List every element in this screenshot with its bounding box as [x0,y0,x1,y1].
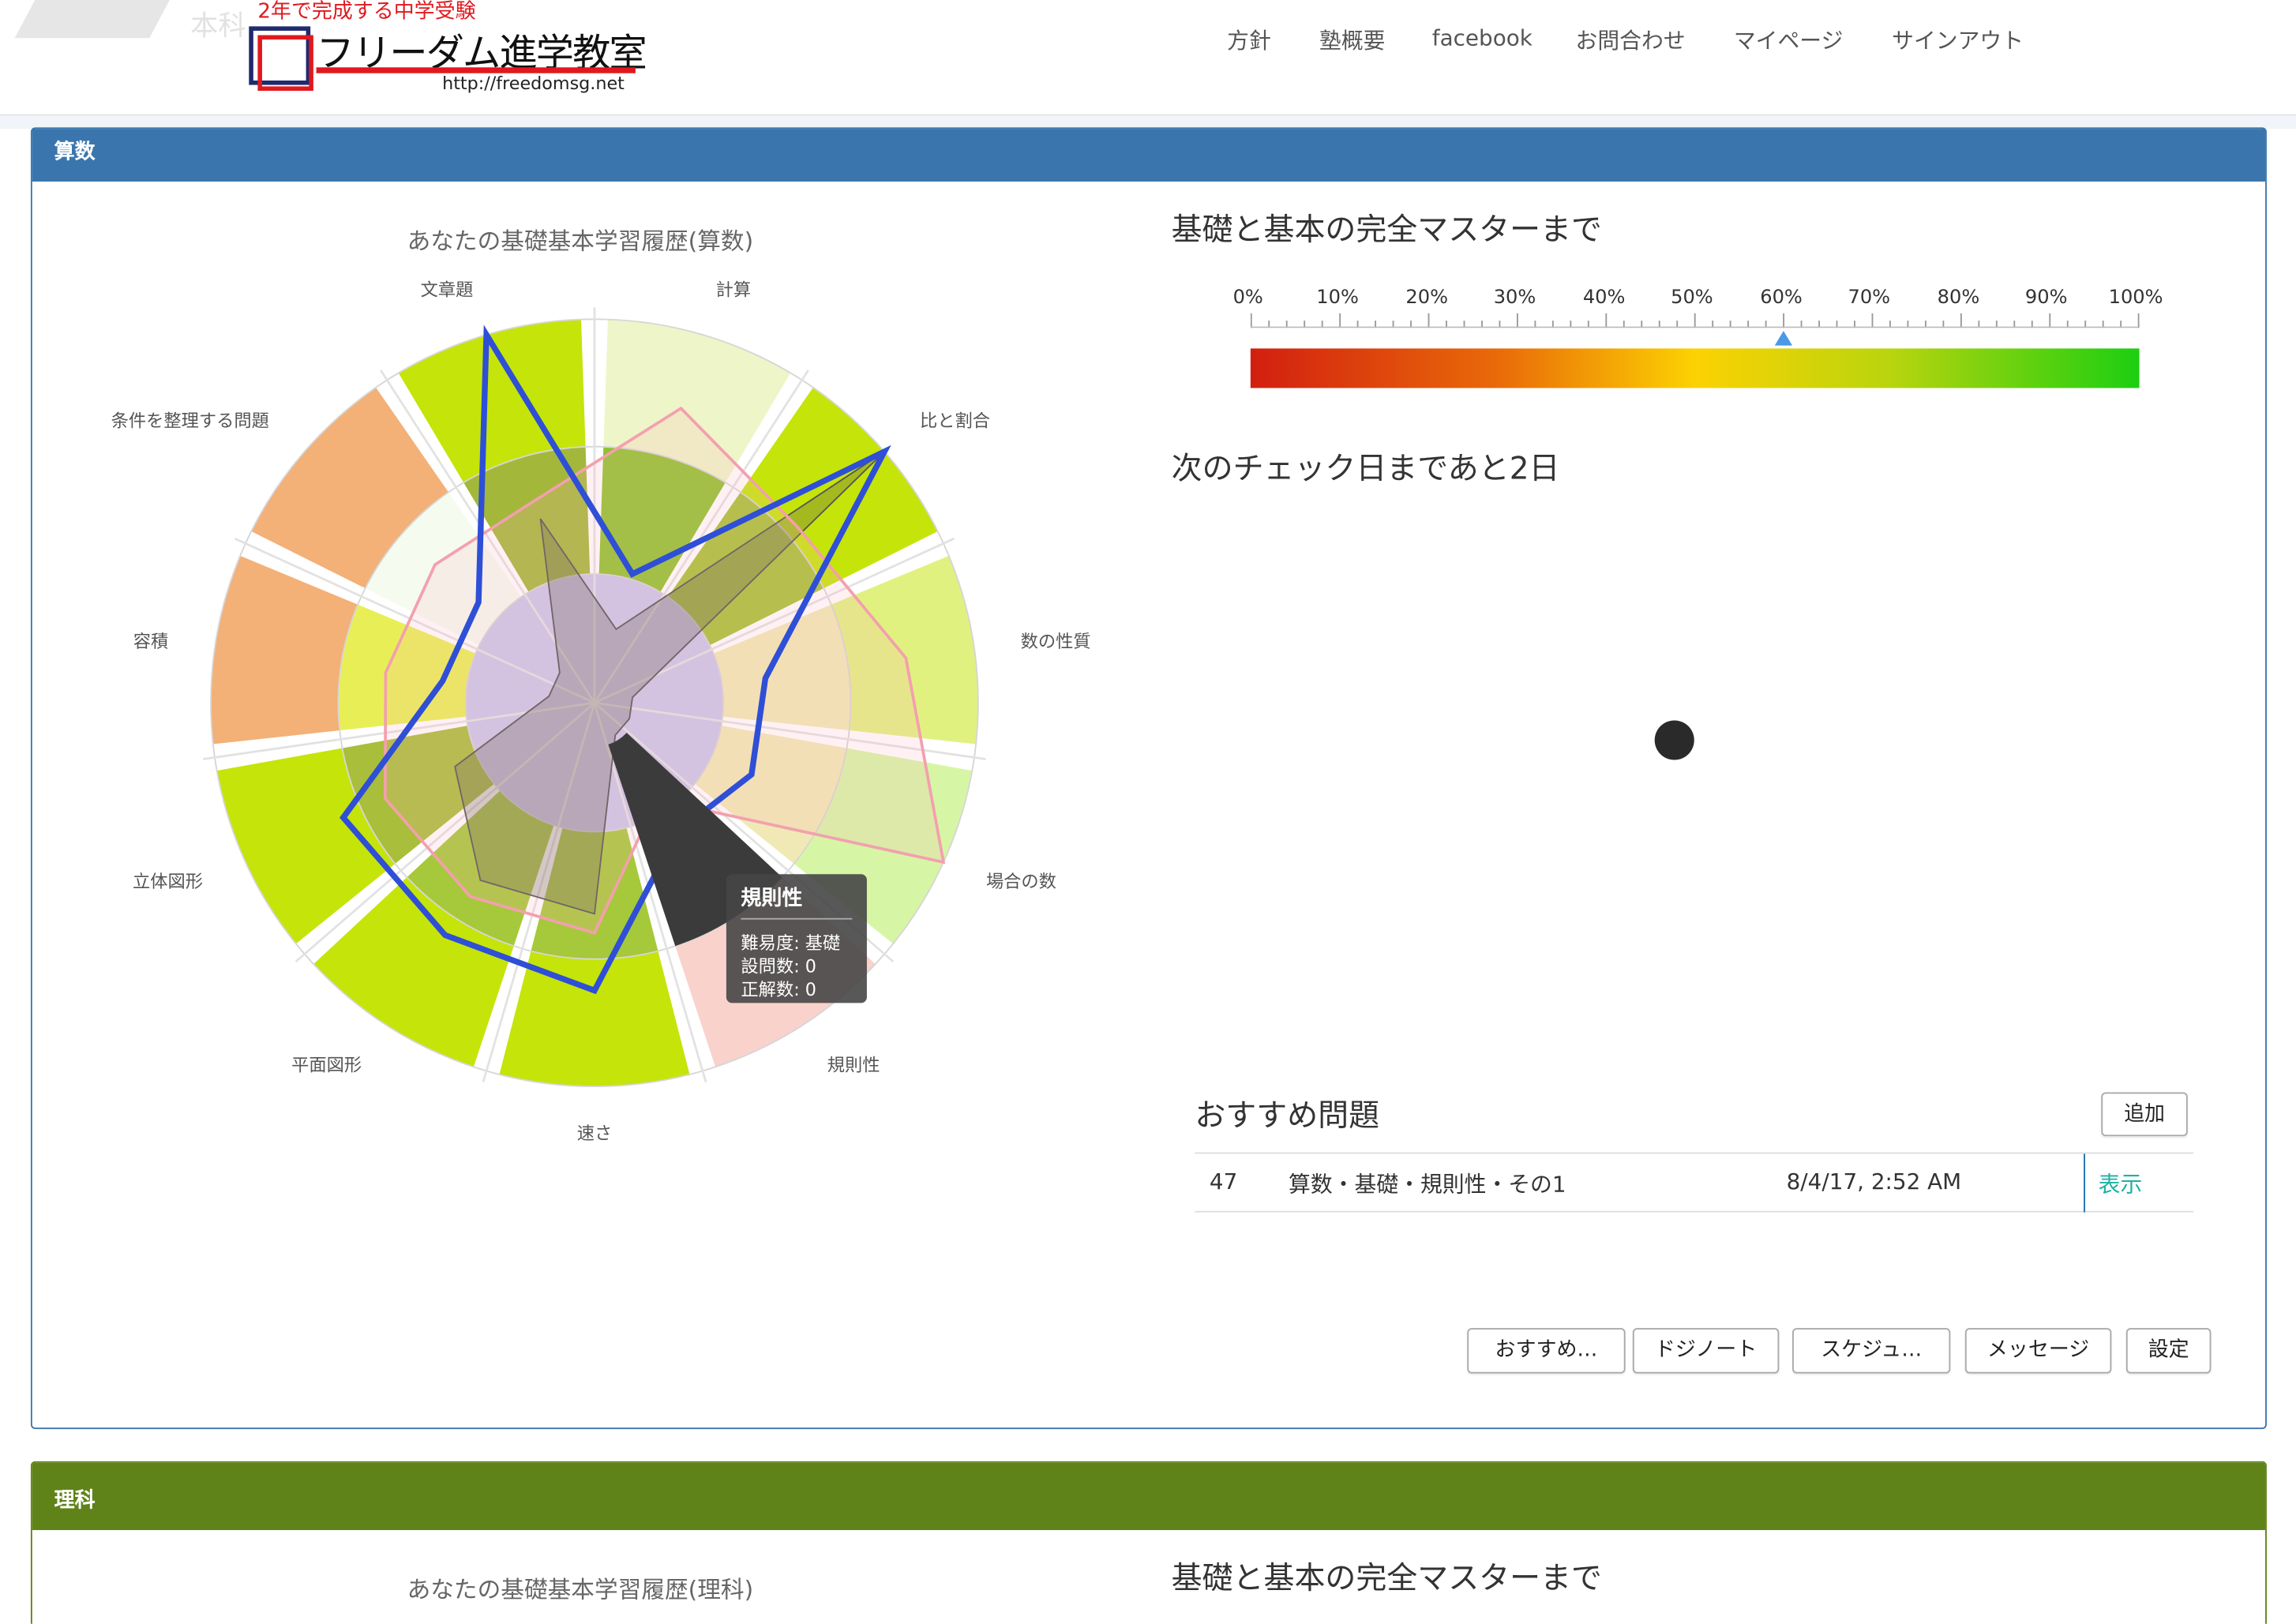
nav-contact[interactable]: お問合わせ [1576,25,1686,56]
row-date: 8/4/17, 2:52 AM [1786,1168,1962,1195]
science-panel: 理科 [30,1461,2267,1624]
radar-axis-label: 立体図形 [133,872,203,892]
nav-policy[interactable]: 方針 [1227,25,1271,56]
radar-axis-label: 計算 [716,279,752,300]
tick-label: 0% [1232,287,1263,309]
recommend-title: おすすめ問題 [1195,1097,1380,1134]
science-panel-title: 理科 [32,1462,2266,1531]
tick-label: 80% [1937,287,1980,309]
add-button[interactable]: 追加 [2101,1092,2188,1137]
settings-button[interactable]: 設定 [2125,1328,2212,1374]
next-check-text: 次のチェック日まであと2日 [1171,451,1560,486]
radar-axis-label: 平面図形 [291,1055,362,1075]
table-row: 47 算数・基礎・規則性・その1 8/4/17, 2:52 AM 表示 [1195,1152,2194,1213]
progress-minor-ticks [1250,313,2140,328]
radar-sector-outer [499,951,690,1087]
mastery-title: 基礎と基本の完全マスターまで [1171,212,1602,248]
tick-label: 10% [1316,287,1359,309]
tick-label: 70% [1848,287,1891,309]
tick-label: 50% [1671,287,1713,309]
row-separator [2084,1153,2085,1213]
radar-chart: 計算比と割合数の性質場合の数規則性速さ 平面図形 立体図形 容積 条件を整理する問題 文章… [111,279,1091,1144]
recommend-button[interactable]: おすすめ… [1467,1328,1626,1374]
progress-gradient-bar [1250,348,2140,388]
tick-label: 100% [2108,287,2163,309]
status-dot [1654,720,1694,760]
tooltip-line-difficulty: 難易度: 基礎 [741,932,841,954]
nav-signout[interactable]: サインアウト [1892,25,2024,56]
mistake-note-button[interactable]: ドジノート [1632,1328,1780,1374]
chart-tooltip: 規則性 難易度: 基礎 設問数: 0 正解数: 0 [726,874,867,1003]
tick-label: 30% [1493,287,1536,309]
nav-overview[interactable]: 塾概要 [1319,25,1385,56]
radar-axis-label: 比と割合 [920,411,990,432]
radar-axis-label: 数の性質 [1021,632,1091,652]
radar-axis-label: 速さ [577,1123,613,1144]
message-button[interactable]: メッセージ [1964,1328,2112,1374]
row-number: 47 [1209,1168,1238,1195]
tick-label: 20% [1405,287,1449,309]
science-mastery-title: 基礎と基本の完全マスターまで [1171,1561,1602,1596]
progress-marker-icon [1774,331,1792,346]
tick-label: 60% [1760,287,1803,309]
nav-facebook[interactable]: facebook [1432,25,1533,51]
radar-axis-label: 規則性 [827,1055,880,1075]
row-view-link[interactable]: 表示 [2099,1168,2143,1199]
tooltip-title: 規則性 [741,883,853,920]
tooltip-line-questions: 設問数: 0 [741,956,816,977]
tooltip-line-correct: 正解数: 0 [741,979,816,1000]
radar-axis-label: 文章題 [421,279,474,300]
tick-label: 40% [1582,287,1626,309]
row-name: 算数・基礎・規則性・その1 [1289,1171,1566,1198]
nav-mypage[interactable]: マイページ [1734,25,1844,56]
radar-axis-label: 容積 [133,632,169,652]
radar-axis-label: 条件を整理する問題 [111,411,269,432]
science-chart-title: あなたの基礎基本学習履歴(理科) [407,1575,754,1603]
schedule-button[interactable]: スケジュ… [1792,1328,1951,1374]
tick-label: 90% [2024,287,2068,309]
radar-axis-label: 場合の数 [986,872,1056,892]
